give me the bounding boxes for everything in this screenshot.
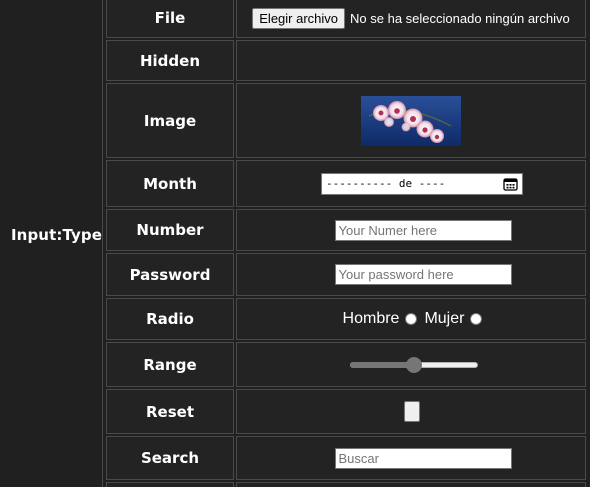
row-label-reset: Reset [106, 389, 234, 434]
row-value-month: ---------- de ---- [236, 160, 586, 207]
password-input[interactable] [334, 264, 512, 285]
range-thumb[interactable] [406, 356, 422, 373]
range-slider[interactable] [350, 356, 478, 373]
row-label-text: Radio [146, 310, 194, 328]
row-label-number: Number [106, 209, 234, 251]
radio-label-hombre: Hombre [342, 310, 400, 327]
row-label-text: Range [143, 355, 197, 374]
page: Input:Type File Elegir archivo No se ha … [0, 0, 590, 487]
radio-label-mujer: Mujer [424, 310, 465, 327]
row-value-search [236, 436, 586, 480]
row-label-text: Password [129, 265, 211, 284]
row-label-text: Reset [146, 402, 194, 421]
row-label-next [106, 482, 234, 487]
row-value-hidden [236, 40, 586, 81]
radio-mujer[interactable] [470, 313, 483, 325]
row-label-password: Password [106, 253, 234, 296]
row-label-hidden: Hidden [106, 40, 234, 81]
choose-file-button[interactable]: Elegir archivo [252, 7, 346, 29]
month-input[interactable]: ---------- de ---- [321, 172, 523, 195]
row-label-text: File [154, 9, 186, 27]
row-value-number [236, 209, 586, 251]
row-label-text: Image [143, 111, 197, 130]
search-input[interactable] [334, 447, 512, 469]
row-label-search: Search [106, 436, 234, 480]
row-label-text: Hidden [139, 51, 201, 70]
reset-button[interactable] [404, 401, 420, 422]
orchid-image[interactable] [361, 95, 461, 146]
month-display-value: ---------- de ---- [326, 177, 446, 190]
row-value-image [236, 83, 586, 158]
row-label-text: Month [143, 174, 197, 193]
row-value-next [236, 482, 586, 487]
row-label-text: Number [136, 221, 204, 239]
row-value-range [236, 342, 586, 387]
file-input: Elegir archivo No se ha seleccionado nin… [252, 7, 570, 29]
row-label-text: Search [140, 449, 200, 467]
row-value-radio: Hombre Mujer [236, 298, 586, 340]
row-label-radio: Radio [106, 298, 234, 340]
row-value-password [236, 253, 586, 296]
row-label-image: Image [106, 83, 234, 158]
group-label: Input:Type [11, 226, 102, 244]
row-label-range: Range [106, 342, 234, 387]
row-value-file: Elegir archivo No se ha seleccionado nin… [236, 0, 586, 38]
row-label-month: Month [106, 160, 234, 207]
number-input[interactable] [334, 219, 512, 241]
row-label-file: File [106, 0, 234, 38]
radio-group: Hombre Mujer [343, 310, 490, 328]
file-status-text: No se ha seleccionado ningún archivo [350, 10, 570, 26]
range-fill [350, 361, 414, 368]
calendar-icon[interactable] [503, 177, 518, 191]
radio-hombre[interactable] [405, 313, 418, 325]
row-value-reset [236, 389, 586, 434]
